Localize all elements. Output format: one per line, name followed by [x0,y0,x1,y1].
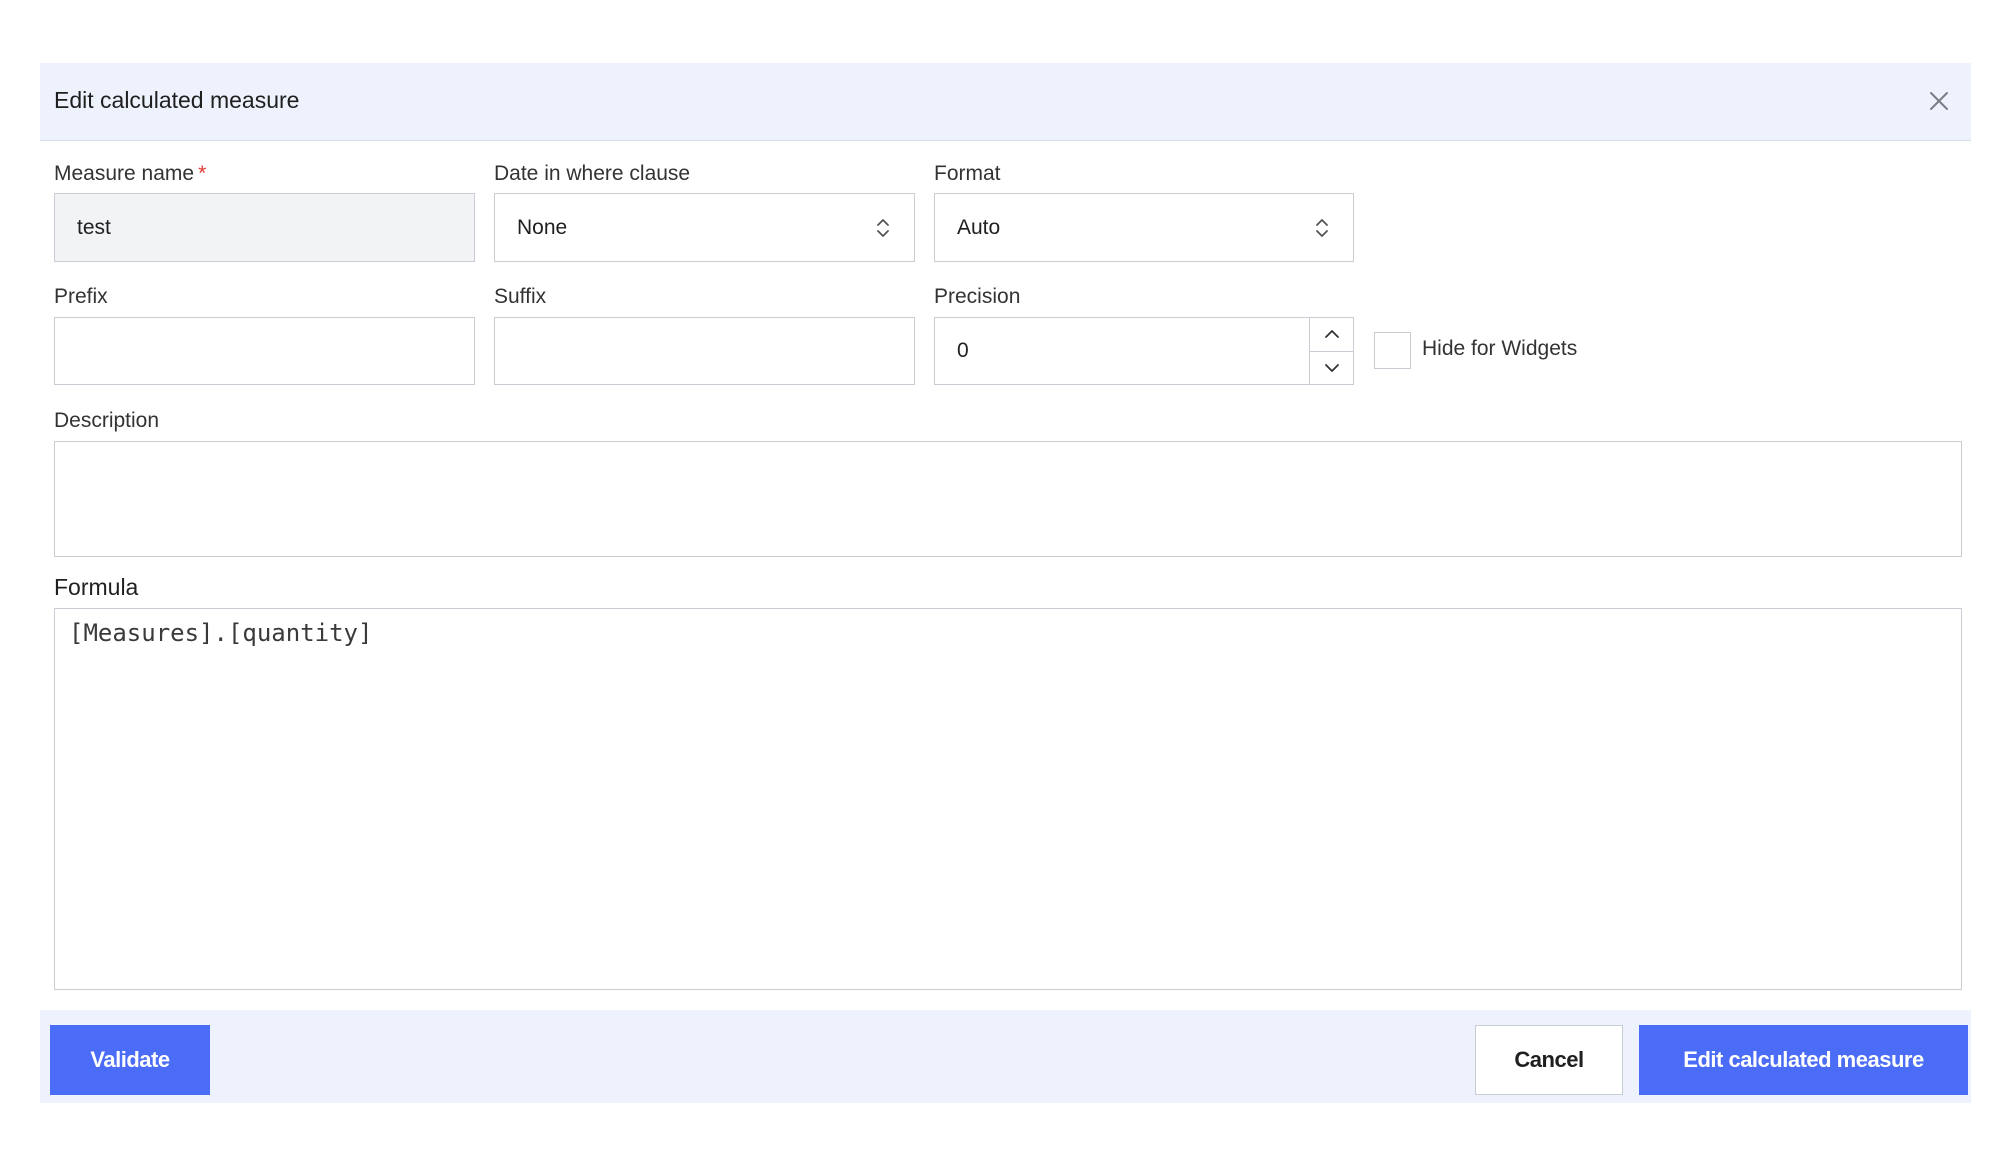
description-label: Description [54,409,160,432]
suffix-input[interactable] [494,317,915,385]
dialog-header: Edit calculated measure [40,63,1971,141]
close-button[interactable] [1923,85,1955,117]
prefix-label: Prefix [54,285,108,308]
formula-editor[interactable]: [Measures].[quantity] [54,608,1962,990]
description-textarea[interactable] [54,441,1962,557]
date-in-where-clause-value: None [517,215,568,239]
measure-name-value: test [77,215,111,239]
prefix-input[interactable] [54,317,475,385]
dialog-footer: Validate Cancel Edit calculated measure [40,1010,1971,1103]
suffix-label: Suffix [494,285,547,308]
measure-name-label-text: Measure name [54,162,195,185]
decrement-button[interactable] [1310,350,1353,385]
close-icon [1930,92,1948,110]
select-arrows-icon [1316,218,1328,237]
measure-name-label: Measure name * [54,162,206,186]
precision-stepper-buttons [1309,318,1353,384]
validate-button[interactable]: Validate [50,1025,210,1095]
cancel-button[interactable]: Cancel [1475,1025,1623,1095]
edit-calculated-measure-button[interactable]: Edit calculated measure [1639,1025,1968,1095]
dialog-title: Edit calculated measure [54,87,300,113]
format-select[interactable]: Auto [934,193,1354,262]
edit-measure-dialog: Edit calculated measure Measure name * te… [40,63,1971,1103]
format-value: Auto [957,215,1001,239]
chevron-up-icon [1324,330,1339,339]
measure-name-input[interactable]: test [54,193,475,262]
format-label: Format [934,162,1001,185]
precision-label: Precision [934,285,1021,308]
required-marker: * [198,162,207,185]
formula-label: Formula [54,574,139,600]
formula-text: [Measures].[quantity] [69,619,373,647]
hide-for-widgets-label: Hide for Widgets [1422,337,1578,360]
select-arrows-icon [877,218,889,237]
increment-button[interactable] [1310,318,1353,351]
precision-value: 0 [957,339,969,362]
date-in-where-clause-select[interactable]: None [494,193,915,262]
chevron-down-icon [1324,363,1339,372]
hide-for-widgets-checkbox[interactable] [1374,332,1411,369]
precision-stepper[interactable]: 0 [934,317,1354,385]
date-in-where-clause-label: Date in where clause [494,162,691,185]
